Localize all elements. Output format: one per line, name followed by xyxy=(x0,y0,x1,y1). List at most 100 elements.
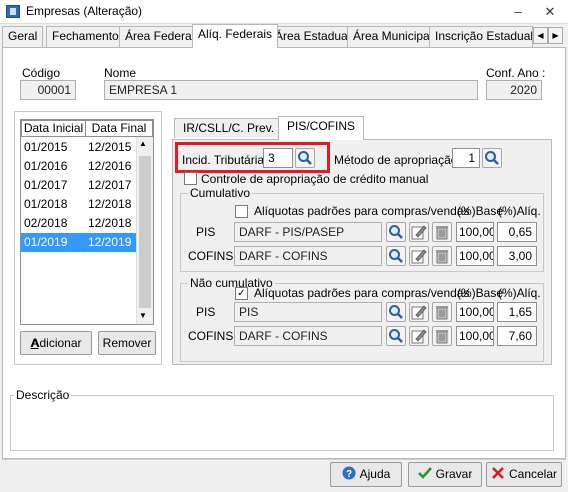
cumulativo-title: Cumulativo xyxy=(188,186,253,200)
darf-delete-button[interactable] xyxy=(432,246,452,266)
darf-delete-button[interactable] xyxy=(432,222,452,242)
col-data-final[interactable]: Data Final xyxy=(85,120,153,137)
app-icon xyxy=(6,5,20,18)
darf-field: DARF - COFINS xyxy=(234,246,382,266)
incid-field[interactable]: 3 xyxy=(263,148,293,168)
darf-search-button[interactable] xyxy=(386,326,406,346)
nao-cumulativo-base-header: (%)Base xyxy=(457,286,504,300)
cancel-x-icon xyxy=(492,467,504,479)
tax-name-label: PIS xyxy=(196,305,216,319)
cancelar-button[interactable]: Cancelar xyxy=(486,462,562,487)
base-field[interactable]: 100,00 xyxy=(456,326,494,346)
metodo-label: Método de apropriação: xyxy=(334,153,461,167)
period-row[interactable]: 01/2017 12/2017 xyxy=(21,176,137,195)
edit-icon xyxy=(411,305,427,320)
metodo-search-button[interactable] xyxy=(482,148,502,168)
tab-next-icon[interactable]: ▶ xyxy=(548,27,563,44)
incid-search-button[interactable] xyxy=(295,148,315,168)
period-end-cell: 12/2018 xyxy=(88,197,132,211)
nao-cumulativo-aliquotas-checkbox[interactable]: ✓ xyxy=(235,287,248,300)
nome-field: EMPRESA 1 xyxy=(104,80,478,100)
scroll-up-icon[interactable]: ▲ xyxy=(139,139,147,148)
darf-edit-button[interactable] xyxy=(409,222,429,242)
ajuda-label: Ajuda xyxy=(359,467,391,481)
search-icon xyxy=(485,151,499,165)
trash-icon xyxy=(436,330,448,344)
search-icon xyxy=(389,249,403,263)
period-start-cell: 01/2015 xyxy=(24,140,68,154)
period-start-cell: 01/2018 xyxy=(24,197,68,211)
darf-search-button[interactable] xyxy=(386,246,406,266)
edit-icon xyxy=(411,329,427,344)
period-end-cell: 12/2018 xyxy=(88,216,132,230)
controle-checkbox[interactable] xyxy=(184,172,197,185)
tax-name-label: COFINS xyxy=(188,329,234,343)
base-field[interactable]: 100,00 xyxy=(456,302,494,322)
add-button-label: Adicionar xyxy=(31,336,82,350)
period-row[interactable]: 01/2019 12/2019 xyxy=(21,233,137,252)
period-end-cell: 12/2015 xyxy=(88,140,132,154)
close-button[interactable]: ✕ xyxy=(536,2,564,22)
descricao-group xyxy=(10,395,554,451)
scroll-thumb[interactable] xyxy=(139,156,151,308)
add-button[interactable]: AAdicionar xyxy=(20,331,92,355)
tab-area-municipal[interactable]: Área Municipal xyxy=(347,26,439,47)
period-row[interactable]: 01/2015 12/2015 xyxy=(21,138,137,157)
tab-prev-icon[interactable]: ◀ xyxy=(533,27,548,44)
tab-aliq-federais[interactable]: Alíq. Federais xyxy=(192,24,279,48)
minimize-button[interactable]: – xyxy=(504,2,532,22)
aliq-field[interactable]: 0,65 xyxy=(497,222,537,242)
period-start-cell: 02/2018 xyxy=(24,216,68,230)
conf-ano-field: 2020 xyxy=(486,80,542,100)
tax-name-label: COFINS xyxy=(188,249,234,263)
base-field[interactable]: 100,00 xyxy=(456,222,494,242)
search-icon xyxy=(298,151,312,165)
cumulativo-aliquotas-checkbox[interactable] xyxy=(235,205,248,218)
aliq-field[interactable]: 7,60 xyxy=(497,326,537,346)
tab-area-estadual[interactable]: Área Estadual xyxy=(269,26,357,47)
darf-delete-button[interactable] xyxy=(432,302,452,322)
metodo-field[interactable]: 1 xyxy=(452,148,480,168)
aliq-field[interactable]: 1,65 xyxy=(497,302,537,322)
cancelar-label: Cancelar xyxy=(508,467,558,481)
darf-field: DARF - PIS/PASEP xyxy=(234,222,382,242)
remove-button[interactable]: Remover xyxy=(98,331,156,355)
period-start-cell: 01/2017 xyxy=(24,178,68,192)
tab-inscricao-estadual[interactable]: Inscrição Estadual S xyxy=(429,26,533,47)
darf-field: DARF - COFINS xyxy=(234,326,382,346)
search-icon xyxy=(389,225,403,239)
darf-search-button[interactable] xyxy=(386,222,406,242)
trash-icon xyxy=(436,250,448,264)
conf-ano-label: Conf. Ano : xyxy=(486,66,546,80)
tab-fechamento[interactable]: Fechamento xyxy=(46,26,125,47)
darf-field: PIS xyxy=(234,302,382,322)
edit-icon xyxy=(411,225,427,240)
scroll-down-icon[interactable]: ▼ xyxy=(139,311,147,320)
gravar-button[interactable]: Gravar xyxy=(408,462,482,487)
window-title: Empresas (Alteração) xyxy=(26,4,143,18)
subtabstrip: IR/CSLL/C. Prev. PIS/COFINS xyxy=(174,116,550,140)
subtab-pis-cofins[interactable]: PIS/COFINS xyxy=(278,116,365,140)
period-end-cell: 12/2017 xyxy=(88,178,132,192)
darf-edit-button[interactable] xyxy=(409,246,429,266)
remove-button-label: Remover xyxy=(102,336,152,350)
cumulativo-aliquotas-label: Alíquotas padrões para compras/vendas xyxy=(254,204,470,218)
ajuda-button[interactable]: ? Ajuda xyxy=(330,462,402,487)
base-field[interactable]: 100,00 xyxy=(456,246,494,266)
list-scrollbar[interactable]: ▲ ▼ xyxy=(136,137,153,324)
edit-icon xyxy=(411,249,427,264)
subtab-ir-csll[interactable]: IR/CSLL/C. Prev. xyxy=(174,118,284,138)
search-icon xyxy=(389,329,403,343)
col-data-inicial[interactable]: Data Inicial xyxy=(21,120,86,137)
period-row[interactable]: 02/2018 12/2018 xyxy=(21,214,137,233)
period-row[interactable]: 01/2018 12/2018 xyxy=(21,195,137,214)
period-row[interactable]: 01/2016 12/2016 xyxy=(21,157,137,176)
aliq-field[interactable]: 3,00 xyxy=(497,246,537,266)
darf-edit-button[interactable] xyxy=(409,302,429,322)
tab-geral[interactable]: Geral xyxy=(2,26,44,47)
period-list[interactable]: Data Inicial Data Final 01/2015 12/2015 01… xyxy=(20,119,154,325)
darf-edit-button[interactable] xyxy=(409,326,429,346)
darf-delete-button[interactable] xyxy=(432,326,452,346)
tab-area-federal[interactable]: Área Federal xyxy=(119,26,201,47)
darf-search-button[interactable] xyxy=(386,302,406,322)
